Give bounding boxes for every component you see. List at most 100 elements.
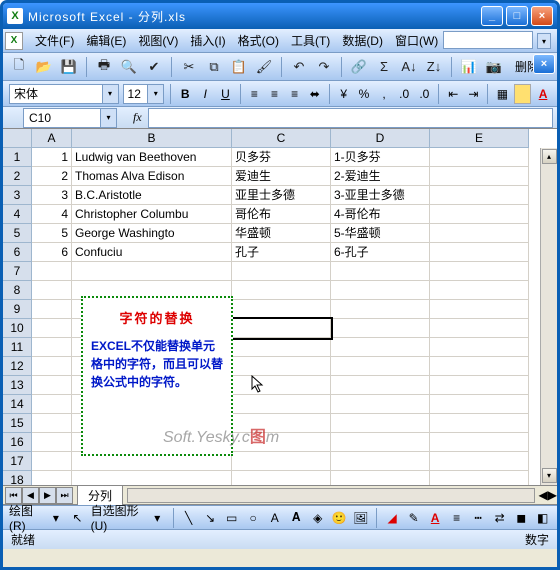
sort-desc-icon[interactable]: Z↓ [424,57,444,77]
tab-prev-icon[interactable]: ◀ [22,487,39,504]
font-color-icon[interactable]: A [427,508,444,528]
excel-doc-icon[interactable]: X [5,32,23,50]
menu-tools[interactable]: 工具(T) [285,29,336,52]
save-icon[interactable]: 💾 [59,57,79,77]
tab-last-icon[interactable]: ⏭ [56,487,73,504]
cell-E12[interactable] [430,357,529,376]
preview-icon[interactable]: 🔍 [119,57,139,77]
cell-B3[interactable]: B.C.Aristotle [72,186,232,205]
maximize-button[interactable]: □ [506,6,528,26]
dec-decimal-icon[interactable]: .0 [416,84,432,104]
menu-edit[interactable]: 编辑(E) [80,29,132,52]
cell-C11[interactable] [232,338,331,357]
row-header-5[interactable]: 5 [3,224,32,243]
cell-A13[interactable] [32,376,72,395]
row-header-13[interactable]: 13 [3,376,32,395]
cell-A16[interactable] [32,433,72,452]
cell-B6[interactable]: Confuciu [72,243,232,262]
3d-icon[interactable]: ◧ [534,508,551,528]
cell-C17[interactable] [232,452,331,471]
fill-color-icon[interactable]: ◢ [384,508,401,528]
select-objects-icon[interactable]: ↖ [69,508,86,528]
cell-A4[interactable]: 4 [32,205,72,224]
camera-icon[interactable]: 📷 [484,57,504,77]
link-icon[interactable]: 🔗 [349,57,369,77]
row-header-12[interactable]: 12 [3,357,32,376]
autoshape-menu[interactable]: 自选图形(U) [91,502,144,533]
tab-first-icon[interactable]: ⏮ [5,487,22,504]
menu-window[interactable]: 窗口(W) [389,29,444,52]
cell-D7[interactable] [331,262,430,281]
cell-B11[interactable] [72,338,232,357]
cell-B4[interactable]: Christopher Columbu [72,205,232,224]
cell-A5[interactable]: 5 [32,224,72,243]
italic-button[interactable]: I [197,84,213,104]
paste-icon[interactable]: 📋 [229,57,249,77]
line-style-icon[interactable]: ≡ [448,508,465,528]
cell-E6[interactable] [430,243,529,262]
percent-icon[interactable]: % [356,84,372,104]
cell-B7[interactable] [72,262,232,281]
cell-B17[interactable] [72,452,232,471]
cell-B9[interactable] [72,300,232,319]
formula-input[interactable] [148,108,553,128]
comma-icon[interactable]: , [376,84,392,104]
cell-B14[interactable] [72,395,232,414]
cell-A18[interactable] [32,471,72,485]
cell-A9[interactable] [32,300,72,319]
cell-C1[interactable]: 贝多芬 [232,148,331,167]
cell-B2[interactable]: Thomas Alva Edison [72,167,232,186]
cell-D5[interactable]: 5-华盛顿 [331,224,430,243]
fx-button[interactable]: fx [133,110,142,125]
cell-B10[interactable] [72,319,232,338]
cell-B16[interactable] [72,433,232,452]
row-header-18[interactable]: 18 [3,471,32,485]
cell-E13[interactable] [430,376,529,395]
cell-E15[interactable] [430,414,529,433]
horizontal-scrollbar[interactable] [127,488,535,503]
row-header-6[interactable]: 6 [3,243,32,262]
scroll-down-icon[interactable]: ▾ [542,468,557,483]
cell-E3[interactable] [430,186,529,205]
row-header-10[interactable]: 10 [3,319,32,338]
textbox-icon[interactable]: A [266,508,283,528]
cell-B5[interactable]: George Washingto [72,224,232,243]
cell-C9[interactable] [232,300,331,319]
clipart-icon[interactable]: 🙂 [331,508,348,528]
cell-D13[interactable] [331,376,430,395]
cell-A12[interactable] [32,357,72,376]
cell-E1[interactable] [430,148,529,167]
dash-style-icon[interactable]: ┅ [470,508,487,528]
cell-A11[interactable] [32,338,72,357]
cell-C16[interactable] [232,433,331,452]
cell-E2[interactable] [430,167,529,186]
cell-D16[interactable] [331,433,430,452]
cell-C14[interactable] [232,395,331,414]
cell-D1[interactable]: 1-贝多芬 [331,148,430,167]
row-header-4[interactable]: 4 [3,205,32,224]
scroll-up-icon[interactable]: ▴ [542,149,557,164]
select-all-corner[interactable] [3,129,32,148]
align-center-icon[interactable]: ≡ [266,84,282,104]
cell-C12[interactable] [232,357,331,376]
cell-D9[interactable] [331,300,430,319]
format-painter-icon[interactable]: 🖌 [254,57,274,77]
cell-A7[interactable] [32,262,72,281]
doc-close-button[interactable]: × [533,54,555,74]
cell-A15[interactable] [32,414,72,433]
cell-A8[interactable] [32,281,72,300]
col-header-A[interactable]: A [32,129,72,148]
picture-icon[interactable]: 🖼 [353,508,370,528]
cell-E10[interactable] [430,319,529,338]
align-left-icon[interactable]: ≡ [246,84,262,104]
close-button[interactable]: × [531,6,553,26]
cell-E17[interactable] [430,452,529,471]
row-header-11[interactable]: 11 [3,338,32,357]
arrow-style-icon[interactable]: ⇄ [491,508,508,528]
draw-menu[interactable]: 绘图(R) [9,502,43,533]
row-header-3[interactable]: 3 [3,186,32,205]
cell-C5[interactable]: 华盛顿 [232,224,331,243]
chart-icon[interactable]: 📊 [459,57,479,77]
rect-icon[interactable]: ▭ [223,508,240,528]
line-icon[interactable]: ╲ [180,508,197,528]
